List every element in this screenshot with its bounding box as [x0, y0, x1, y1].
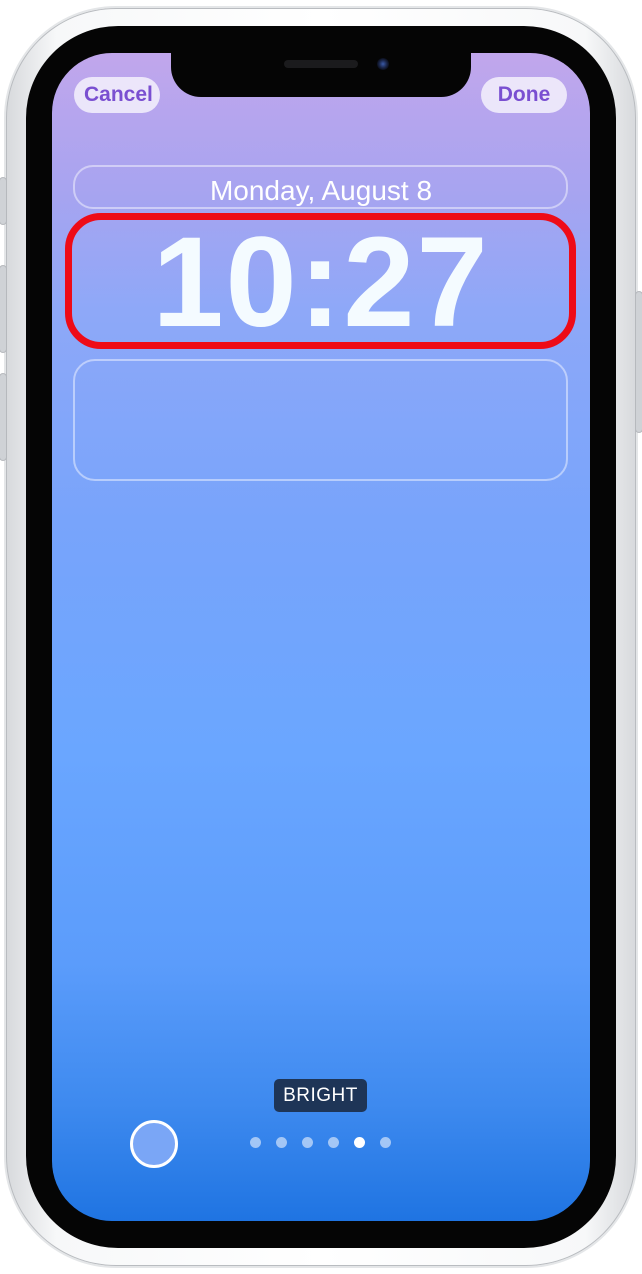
page-dot[interactable] [328, 1137, 339, 1148]
cancel-button[interactable]: Cancel [74, 77, 160, 113]
widgets-area[interactable] [73, 359, 568, 481]
done-button[interactable]: Done [481, 77, 567, 113]
power-button [636, 292, 642, 432]
page-dot[interactable] [302, 1137, 313, 1148]
page-dot[interactable] [276, 1137, 287, 1148]
mute-switch [0, 178, 6, 224]
earpiece-speaker [284, 60, 358, 68]
page-dot[interactable] [354, 1137, 365, 1148]
lock-screen-editor: Cancel Done Monday, August 8 10:27 BRIGH… [52, 53, 590, 1221]
lock-screen-date: Monday, August 8 [209, 175, 433, 206]
front-camera [377, 58, 389, 70]
page-dot[interactable] [250, 1137, 261, 1148]
notch [171, 53, 471, 97]
volume-down-button [0, 374, 6, 460]
color-picker-button[interactable] [130, 1120, 178, 1168]
volume-up-button [0, 266, 6, 352]
time-highlight-box [65, 213, 576, 349]
filter-name-badge: BRIGHT [274, 1079, 367, 1112]
page-dot[interactable] [380, 1137, 391, 1148]
